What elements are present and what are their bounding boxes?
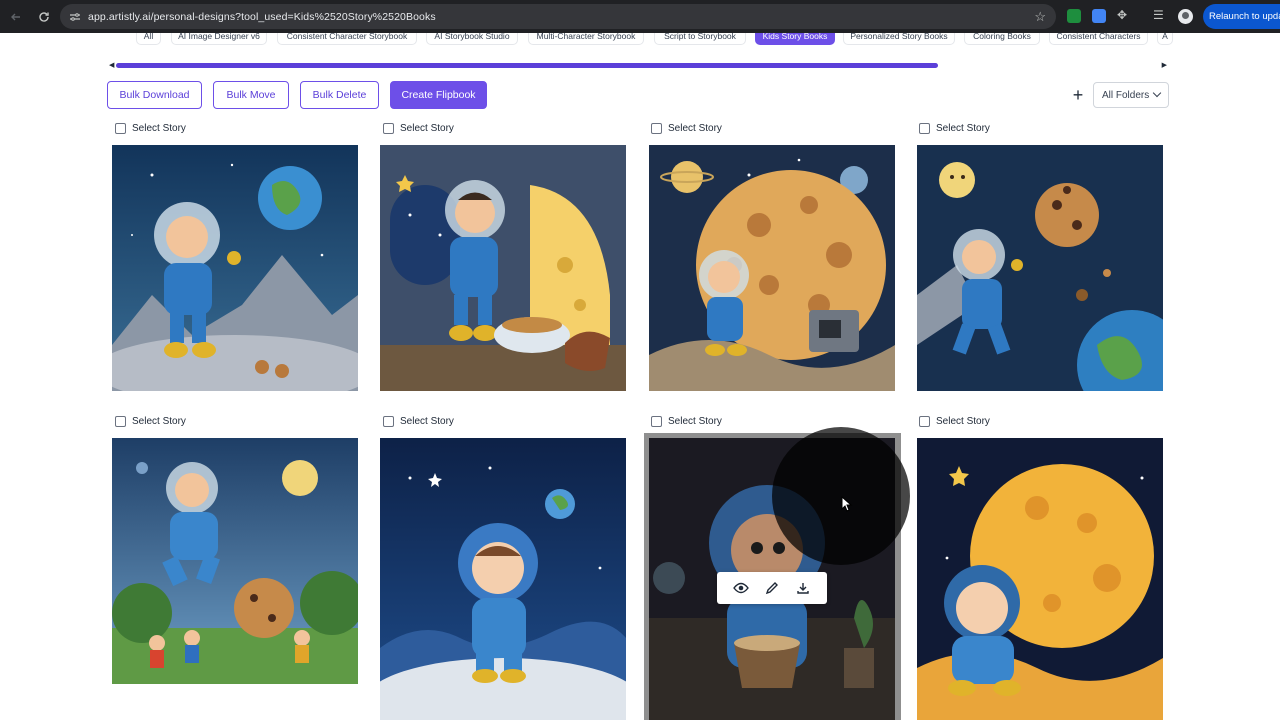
checkbox[interactable] [651, 415, 662, 427]
scroll-right-icon[interactable]: ▶ [1162, 61, 1167, 69]
card-action-bar [717, 572, 827, 604]
story-thumbnail-8[interactable] [917, 438, 1163, 720]
scroll-left-icon[interactable]: ◀ [109, 61, 114, 69]
select-story-3[interactable]: Select Story [651, 121, 722, 135]
checkbox[interactable] [115, 122, 126, 134]
tab-script-to-storybook[interactable]: Script to Storybook [654, 33, 746, 45]
checkbox[interactable] [919, 122, 930, 134]
reading-list-icon[interactable]: ☰ [1153, 8, 1167, 22]
checkbox[interactable] [383, 122, 394, 134]
select-story-2[interactable]: Select Story [383, 121, 454, 135]
url-text: app.artistly.ai/personal-designs?tool_us… [88, 10, 436, 23]
add-folder-plus-icon[interactable]: + [1068, 85, 1088, 105]
tab-consistent-character-storybook[interactable]: Consistent Character Storybook [277, 33, 417, 45]
select-story-7[interactable]: Select Story [651, 414, 722, 428]
story-thumbnail-1[interactable] [112, 145, 358, 391]
select-story-label: Select Story [668, 122, 722, 134]
profile-avatar[interactable] [1178, 9, 1193, 24]
download-icon[interactable] [793, 578, 813, 598]
extension-blue-icon[interactable] [1092, 9, 1106, 23]
address-bar[interactable]: app.artistly.ai/personal-designs?tool_us… [60, 4, 1056, 29]
bulk-download-button[interactable]: Bulk Download [107, 81, 202, 109]
bookmark-star-icon[interactable]: ☆ [1034, 9, 1046, 25]
mouse-cursor-icon [841, 496, 853, 512]
tool-tabs: All AI Image Designer v6 Consistent Char… [0, 33, 1280, 47]
story-thumbnail-2[interactable] [380, 145, 626, 391]
bulk-delete-button[interactable]: Bulk Delete [300, 81, 379, 109]
tab-multi-character-storybook[interactable]: Multi-Character Storybook [528, 33, 644, 45]
tabs-scrollbar[interactable]: ◀ ▶ [109, 61, 1167, 69]
scrollbar-thumb[interactable] [116, 63, 938, 68]
select-story-label: Select Story [668, 415, 722, 427]
select-story-label: Select Story [132, 415, 186, 427]
tab-coloring-books[interactable]: Coloring Books [964, 33, 1040, 45]
extension-green-icon[interactable] [1067, 9, 1081, 23]
tab-kids-story-books[interactable]: Kids Story Books [755, 33, 835, 45]
checkbox[interactable] [919, 415, 930, 427]
checkbox[interactable] [651, 122, 662, 134]
checkbox[interactable] [383, 415, 394, 427]
site-info-icon[interactable] [62, 12, 88, 22]
tab-personalized-story-books[interactable]: Personalized Story Books [843, 33, 955, 45]
select-story-4[interactable]: Select Story [919, 121, 990, 135]
pencil-icon[interactable] [762, 578, 782, 598]
relaunch-button[interactable]: Relaunch to update [1203, 4, 1280, 29]
tab-all[interactable]: All [136, 33, 161, 45]
tab-ai-image-designer[interactable]: AI Image Designer v6 [171, 33, 267, 45]
select-story-5[interactable]: Select Story [115, 414, 186, 428]
folders-select-value: All Folders [1102, 89, 1150, 101]
select-story-1[interactable]: Select Story [115, 121, 186, 135]
select-story-label: Select Story [400, 122, 454, 134]
story-thumbnail-6[interactable] [380, 438, 626, 720]
eye-icon[interactable] [731, 578, 751, 598]
extensions-puzzle-icon[interactable]: ✥ [1117, 8, 1131, 22]
tab-more[interactable]: A [1157, 33, 1173, 45]
bulk-move-button[interactable]: Bulk Move [213, 81, 289, 109]
chevron-down-icon [1152, 88, 1162, 98]
story-thumbnail-3[interactable] [649, 145, 895, 391]
create-flipbook-button[interactable]: Create Flipbook [390, 81, 487, 109]
checkbox[interactable] [115, 415, 126, 427]
select-story-label: Select Story [400, 415, 454, 427]
story-thumbnail-4[interactable] [917, 145, 1163, 391]
tab-ai-storybook-studio[interactable]: AI Storybook Studio [426, 33, 518, 45]
select-story-label: Select Story [936, 122, 990, 134]
select-story-8[interactable]: Select Story [919, 414, 990, 428]
folders-select[interactable]: All Folders [1093, 82, 1169, 108]
reload-icon[interactable] [32, 5, 56, 29]
browser-toolbar: app.artistly.ai/personal-designs?tool_us… [0, 0, 1280, 33]
select-story-label: Select Story [936, 415, 990, 427]
select-story-label: Select Story [132, 122, 186, 134]
back-arrow-icon[interactable] [4, 5, 28, 29]
select-story-6[interactable]: Select Story [383, 414, 454, 428]
story-thumbnail-5[interactable] [112, 438, 358, 684]
tab-consistent-characters[interactable]: Consistent Characters [1049, 33, 1148, 45]
